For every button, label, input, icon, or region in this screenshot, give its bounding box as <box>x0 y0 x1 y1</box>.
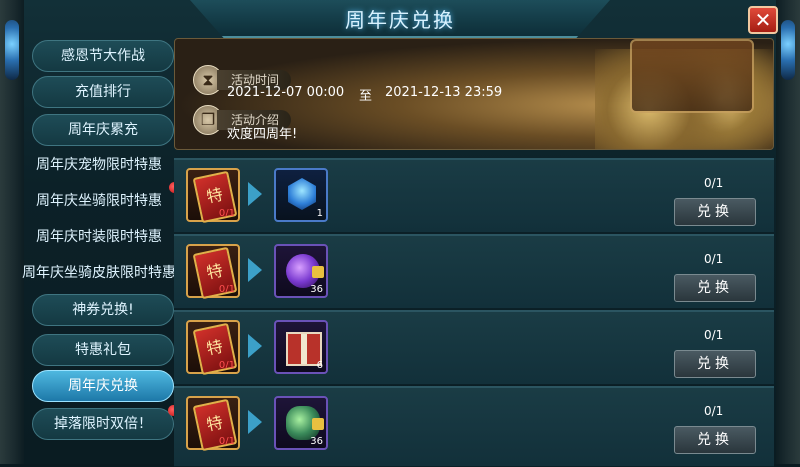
exchange-row: 特 0/1 36 0/1 兑换 <box>174 386 774 467</box>
sidebar-item-anniversary-recharge[interactable]: 周年庆累充 <box>32 114 174 146</box>
sidebar-item-mount-skin-sale[interactable]: 周年庆坐骑皮肤限时特惠 <box>4 258 194 290</box>
sidebar-item-anniversary-exchange[interactable]: 周年庆兑换 <box>32 370 174 402</box>
cost-quantity: 0/1 <box>218 436 235 447</box>
event-time-separator: 至 <box>359 89 373 104</box>
close-button[interactable]: ✕ <box>748 6 778 34</box>
cost-quantity: 0/1 <box>218 208 235 219</box>
frame-right-edge <box>776 0 800 464</box>
exchange-row: 特 0/1 36 0/1 兑换 <box>174 234 774 309</box>
exchange-button[interactable]: 兑换 <box>674 350 756 378</box>
sidebar-item-thanksgiving[interactable]: 感恩节大作战 <box>32 40 174 72</box>
event-start-time: 2021-12-07 00:00 <box>227 85 345 100</box>
exchange-row: 特 0/1 6 0/1 兑换 <box>174 310 774 385</box>
reward-quantity: 1 <box>316 208 323 219</box>
event-banner: ⧗ 活动时间 2021-12-07 00:00 至 2021-12-13 23:… <box>174 38 774 150</box>
exchange-window: 周年庆兑换 ✕ 感恩节大作战 充值排行 周年庆累充 周年庆宠物限时特惠 周年庆坐… <box>0 0 800 467</box>
cost-quantity: 0/1 <box>218 360 235 371</box>
blue-gem-ornament-icon <box>5 20 19 80</box>
exchange-button[interactable]: 兑换 <box>674 426 756 454</box>
exchange-row: 特 0/1 1 0/1 兑换 <box>174 158 774 233</box>
sidebar-item-special-pack[interactable]: 特惠礼包 <box>32 334 174 366</box>
cost-item-slot[interactable]: 特 0/1 <box>186 396 240 452</box>
sidebar-item-mount-sale[interactable]: 周年庆坐骑限时特惠 <box>4 182 194 218</box>
reward-item-slot[interactable]: 6 <box>274 320 328 374</box>
cost-quantity: 0/1 <box>218 284 235 295</box>
sidebar-item-voucher-exchange[interactable]: 神券兑换! <box>32 294 174 326</box>
exchange-button[interactable]: 兑换 <box>674 198 756 226</box>
blue-gem-ornament-icon <box>781 20 795 80</box>
window-title: 周年庆兑换 <box>345 8 455 32</box>
cost-item-slot[interactable]: 特 0/1 <box>186 320 240 376</box>
reward-quantity: 6 <box>316 360 323 371</box>
blue-gem-icon <box>288 178 316 210</box>
reward-quantity: 36 <box>310 436 323 447</box>
reward-item-slot[interactable]: 36 <box>274 244 328 298</box>
arrow-right-icon <box>248 258 262 282</box>
sidebar-item-recharge-rank[interactable]: 充值排行 <box>32 76 174 108</box>
cost-item-slot[interactable]: 特 0/1 <box>186 244 240 300</box>
exchange-progress: 0/1 <box>704 252 724 266</box>
event-description: 欢度四周年! <box>227 127 298 142</box>
exchange-button[interactable]: 兑换 <box>674 274 756 302</box>
exchange-progress: 0/1 <box>704 328 724 342</box>
reward-item-slot[interactable]: 1 <box>274 168 328 222</box>
puzzle-fragment-icon <box>312 266 324 278</box>
treasure-chest-illustration <box>630 39 754 113</box>
arrow-right-icon <box>248 182 262 206</box>
activity-sidebar: 感恩节大作战 充值排行 周年庆累充 周年庆宠物限时特惠 周年庆坐骑限时特惠 周年… <box>22 36 180 464</box>
arrow-right-icon <box>248 410 262 434</box>
sidebar-item-pet-sale[interactable]: 周年庆宠物限时特惠 <box>4 150 194 182</box>
event-end-time: 2021-12-13 23:59 <box>385 85 503 100</box>
arrow-right-icon <box>248 334 262 358</box>
reward-item-slot[interactable]: 36 <box>274 396 328 450</box>
cost-item-slot[interactable]: 特 0/1 <box>186 168 240 224</box>
sidebar-item-double-drop[interactable]: 掉落限时双倍！ <box>32 405 179 440</box>
reward-quantity: 36 <box>310 284 323 295</box>
exchange-progress: 0/1 <box>704 176 724 190</box>
exchange-progress: 0/1 <box>704 404 724 418</box>
sidebar-item-fashion-sale[interactable]: 周年庆时装限时特惠 <box>4 222 194 254</box>
puzzle-fragment-icon <box>312 418 324 430</box>
